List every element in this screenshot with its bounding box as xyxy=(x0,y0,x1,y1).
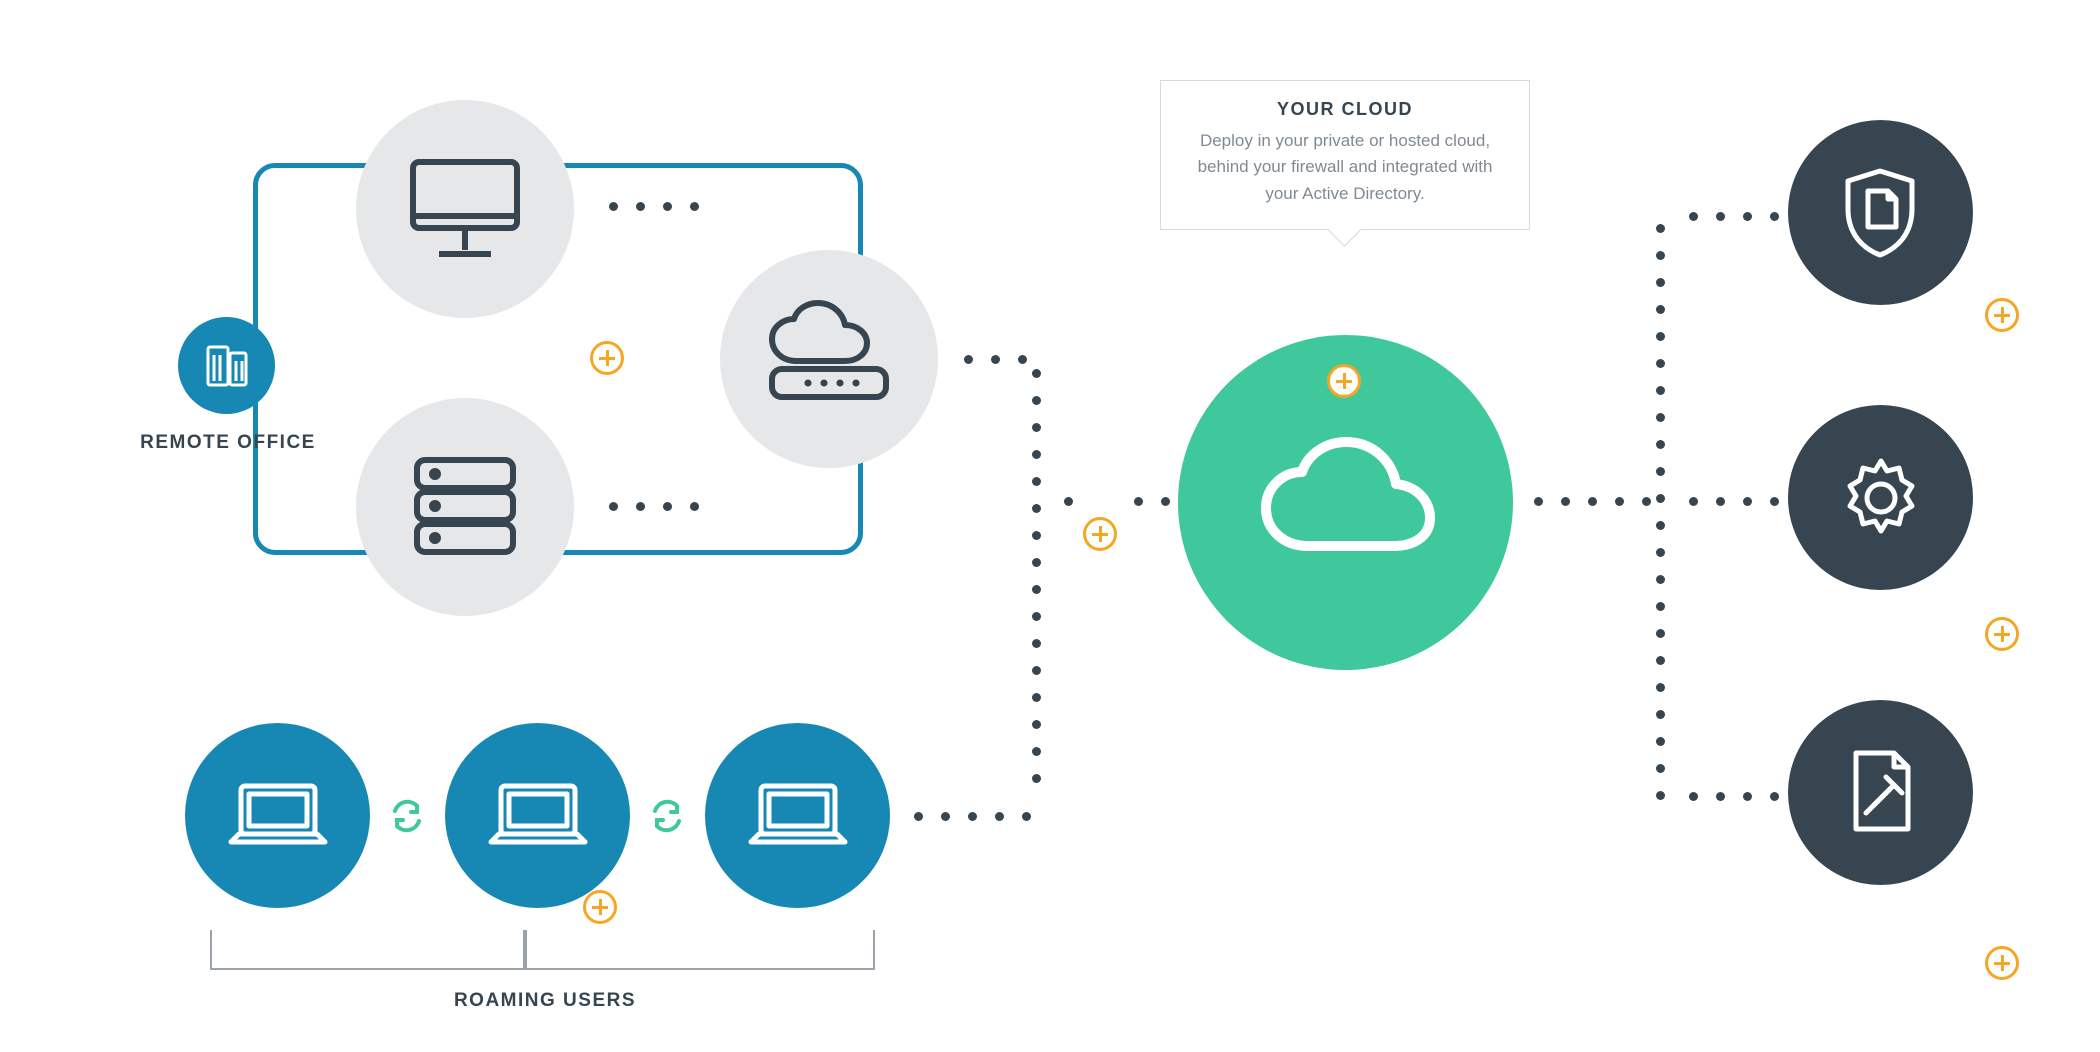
remote-office-badge xyxy=(178,317,275,414)
bracket-left xyxy=(210,930,525,970)
laptop-node-2 xyxy=(445,723,630,908)
plus-button-service-2[interactable] xyxy=(1985,617,2019,651)
plus-button-remote[interactable] xyxy=(590,341,624,375)
connector-dots xyxy=(1525,495,1660,507)
roaming-users-label: ROAMING USERS xyxy=(395,990,695,1012)
laptop-node-3 xyxy=(705,723,890,908)
laptop-icon xyxy=(743,776,853,856)
connector-dots xyxy=(600,200,708,212)
your-cloud-tooltip: YOUR CLOUD Deploy in your private or hos… xyxy=(1160,80,1530,230)
connector-dots xyxy=(1680,495,1788,507)
shield-document-icon xyxy=(1838,165,1923,260)
gavel-document-icon xyxy=(1836,743,1926,843)
desktop-monitor-icon xyxy=(405,154,525,264)
server-node xyxy=(356,398,574,616)
desktop-node xyxy=(356,100,574,318)
cloud-appliance-icon xyxy=(754,299,904,419)
connector-dots xyxy=(1680,790,1788,802)
cloud-icon xyxy=(1246,428,1446,578)
service-node-security xyxy=(1788,120,1973,305)
sync-icon xyxy=(648,797,686,835)
edge-cloud-node xyxy=(720,250,938,468)
laptop-icon xyxy=(483,776,593,856)
laptop-node-1 xyxy=(185,723,370,908)
tooltip-body: Deploy in your private or hosted cloud, … xyxy=(1185,128,1505,207)
connector-dots xyxy=(955,353,1036,365)
tooltip-title: YOUR CLOUD xyxy=(1185,99,1505,120)
connector-dots xyxy=(1125,495,1179,507)
architecture-diagram: REMOTE OFFICE xyxy=(0,0,2100,1052)
plus-button-roaming[interactable] xyxy=(583,890,617,924)
gear-icon xyxy=(1836,453,1926,543)
bracket-right xyxy=(525,930,875,970)
remote-office-label: REMOTE OFFICE xyxy=(128,432,328,454)
connector-dots xyxy=(1055,495,1082,507)
plus-button-service-1[interactable] xyxy=(1985,298,2019,332)
connector-dots xyxy=(905,810,1040,822)
plus-button-your-cloud[interactable] xyxy=(1327,364,1361,398)
buildings-icon xyxy=(202,341,252,391)
service-node-compliance xyxy=(1788,700,1973,885)
laptop-icon xyxy=(223,776,333,856)
sync-icon xyxy=(388,797,426,835)
server-rack-icon xyxy=(405,452,525,562)
connector-dots xyxy=(600,500,708,512)
service-node-settings xyxy=(1788,405,1973,590)
connector-dots xyxy=(1680,210,1788,222)
connector-dots-vertical xyxy=(1654,215,1666,809)
connector-dots-vertical xyxy=(1030,360,1042,792)
plus-button-service-3[interactable] xyxy=(1985,946,2019,980)
plus-button-link-left[interactable] xyxy=(1083,517,1117,551)
